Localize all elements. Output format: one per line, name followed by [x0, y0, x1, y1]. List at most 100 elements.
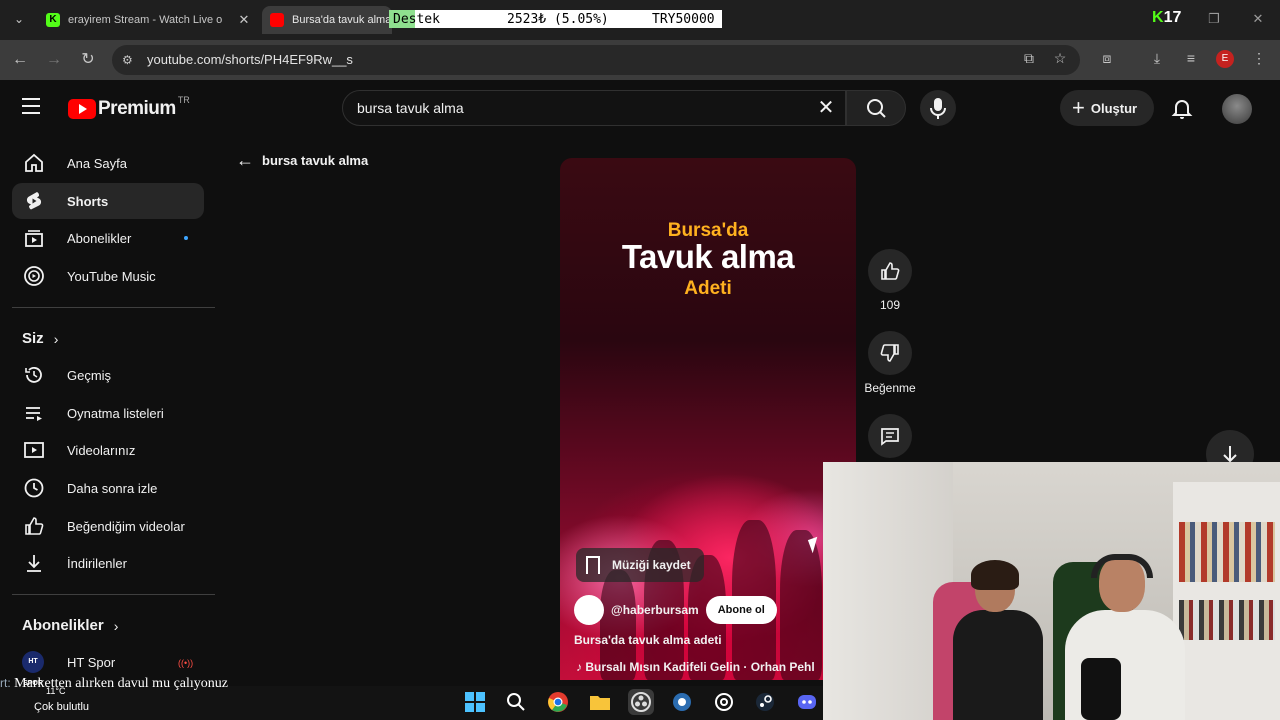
- webcam-books: [1179, 522, 1275, 582]
- reload-icon[interactable]: ↻: [76, 48, 100, 72]
- sidebar-item-label: Daha sonra izle: [67, 480, 158, 496]
- browser-menu-icon[interactable]: ⋮: [1249, 48, 1269, 68]
- channel-handle[interactable]: @haberbursam: [611, 603, 699, 617]
- back-icon[interactable]: ←: [8, 48, 32, 72]
- section-title: Siz: [22, 330, 44, 347]
- youtube-favicon-icon: [270, 13, 284, 27]
- arrow-left-icon[interactable]: ←: [236, 150, 254, 171]
- sidebar-divider: [12, 307, 215, 308]
- menu-icon[interactable]: [22, 98, 46, 118]
- sidebar-item-youtube-music[interactable]: YouTube Music: [12, 258, 204, 294]
- windows-start-icon[interactable]: [462, 689, 488, 715]
- kick-favicon-icon: K: [46, 13, 60, 27]
- back-label: bursa tavuk alma: [262, 152, 369, 168]
- video-music[interactable]: ♪ Bursalı Mısın Kadifeli Gelin · Orhan P…: [576, 660, 826, 676]
- sidebar-item-label: Videolarınız: [67, 442, 136, 458]
- sidebar-item-shorts[interactable]: Shorts: [12, 183, 204, 219]
- weather-desc[interactable]: Çok bulutlu: [34, 701, 89, 713]
- chat-prefix: rt:: [0, 676, 11, 690]
- new-content-dot: [184, 236, 188, 240]
- site-info-icon[interactable]: ⚙: [122, 53, 136, 67]
- subscriptions-icon: [22, 226, 46, 250]
- weather-temp[interactable]: 11°C: [46, 686, 65, 696]
- downloads-icon: [22, 551, 46, 575]
- app-icon[interactable]: [669, 689, 695, 715]
- create-button[interactable]: + Oluştur: [1060, 90, 1154, 126]
- thumbs-down-icon: [880, 344, 899, 362]
- sidebar-item-label: Abonelikler: [67, 230, 132, 246]
- webcam-person: [933, 560, 1043, 720]
- live-indicator-icon: ((•)): [178, 658, 194, 668]
- sidebar-item-label: Ana Sayfa: [67, 155, 127, 171]
- create-label: Oluştur: [1090, 100, 1138, 116]
- comments-button[interactable]: [868, 414, 912, 458]
- sidebar-item-ht-spor[interactable]: HT SPOR HT Spor ((•)): [12, 644, 204, 687]
- tab-search-dropdown-icon[interactable]: ⌄: [8, 8, 30, 30]
- sidebar-item-watch-later[interactable]: Daha sonra izle: [12, 470, 204, 506]
- shorts-back-row[interactable]: ← bursa tavuk alma: [236, 150, 368, 170]
- chatgpt-icon[interactable]: [711, 689, 737, 715]
- sidebar-item-label: Shorts: [67, 193, 109, 209]
- downloads-icon[interactable]: ⤓: [1147, 48, 1167, 68]
- tab-title: erayirem Stream - Watch Live o: [68, 14, 223, 26]
- voice-search-button[interactable]: [920, 90, 956, 126]
- youtube-header: Premium TR bursa tavuk alma ✕ + Oluştur: [0, 80, 1280, 136]
- sidebar-item-history[interactable]: Geçmiş: [12, 357, 204, 393]
- save-music-label: Müziği kaydet: [612, 558, 691, 572]
- taskbar-search-icon[interactable]: [503, 689, 529, 715]
- tab-title: Bursa'da tavuk alma: [292, 14, 392, 26]
- address-bar[interactable]: ⚙ youtube.com/shorts/PH4EF9Rw__s: [112, 45, 1080, 75]
- media-controls-icon[interactable]: ≡: [1181, 48, 1201, 68]
- sidebar-item-subscriptions[interactable]: Abonelikler: [12, 220, 204, 256]
- sidebar-item-playlists[interactable]: Oynatma listeleri: [12, 395, 204, 431]
- home-icon: [22, 151, 46, 175]
- video-description[interactable]: Bursa'da tavuk alma adeti: [574, 633, 722, 647]
- obs-icon[interactable]: [628, 689, 654, 715]
- forward-icon[interactable]: →: [42, 48, 66, 72]
- profile-avatar[interactable]: E: [1216, 50, 1234, 68]
- extensions-icon[interactable]: ⧈: [1097, 48, 1117, 68]
- browser-toolbar: ← → ↻ ⚙ youtube.com/shorts/PH4EF9Rw__s ⧉…: [0, 40, 1280, 80]
- tab-close-icon[interactable]: ✕: [236, 12, 252, 28]
- discord-icon[interactable]: [794, 689, 820, 715]
- search-input[interactable]: bursa tavuk alma ✕: [342, 90, 846, 126]
- chrome-icon[interactable]: [545, 689, 571, 715]
- steam-icon[interactable]: [752, 689, 778, 715]
- account-avatar[interactable]: [1222, 94, 1252, 124]
- dislike-label: Beğenme: [864, 381, 916, 395]
- restore-window-icon[interactable]: ❐: [1202, 8, 1226, 30]
- subscribe-button[interactable]: Abone ol: [705, 596, 777, 624]
- youtube-premium-logo[interactable]: Premium TR: [68, 95, 190, 120]
- like-button[interactable]: [868, 249, 912, 293]
- clear-search-icon[interactable]: ✕: [815, 97, 837, 119]
- section-title: Abonelikler: [22, 617, 104, 634]
- search-button[interactable]: [846, 90, 906, 126]
- tab-kick-stream[interactable]: K erayirem Stream - Watch Live o ✕: [38, 6, 258, 34]
- sidebar-item-label: İndirilenler: [67, 555, 127, 571]
- sidebar-section-subscriptions[interactable]: Abonelikler ›: [22, 617, 118, 634]
- sidebar-section-you[interactable]: Siz ›: [22, 330, 58, 347]
- sidebar-item-downloads[interactable]: İndirilenler: [12, 545, 204, 581]
- sidebar-divider: [12, 594, 215, 595]
- channel-avatar[interactable]: [574, 595, 604, 625]
- notifications-bell-icon[interactable]: [1170, 96, 1194, 120]
- sidebar-item-home[interactable]: Ana Sayfa: [12, 145, 204, 181]
- bookmark-star-icon[interactable]: ☆: [1050, 48, 1070, 68]
- save-music-button[interactable]: Müziği kaydet: [576, 548, 704, 582]
- tab-youtube-shorts[interactable]: Bursa'da tavuk alma: [262, 6, 392, 34]
- close-window-icon[interactable]: ✕: [1246, 8, 1270, 30]
- install-app-icon[interactable]: ⧉: [1019, 48, 1039, 68]
- chevron-right-icon: ›: [113, 617, 119, 634]
- donation-goal-target: TRY50000: [652, 11, 715, 27]
- thumbs-up-icon: [881, 262, 900, 280]
- microphone-icon: [1081, 658, 1121, 720]
- like-count: 109: [879, 298, 901, 312]
- sidebar-item-liked-videos[interactable]: Beğendiğim videolar: [12, 508, 204, 544]
- sidebar-item-your-videos[interactable]: Videolarınız: [12, 432, 204, 468]
- playlists-icon: [22, 401, 46, 425]
- history-icon: [22, 363, 46, 387]
- stream-chat-line: rt: Marketten alırken davul mu çalıyonuz: [0, 676, 228, 692]
- dislike-button[interactable]: [868, 331, 912, 375]
- url-text: youtube.com/shorts/PH4EF9Rw__s: [147, 52, 353, 67]
- file-explorer-icon[interactable]: [587, 689, 613, 715]
